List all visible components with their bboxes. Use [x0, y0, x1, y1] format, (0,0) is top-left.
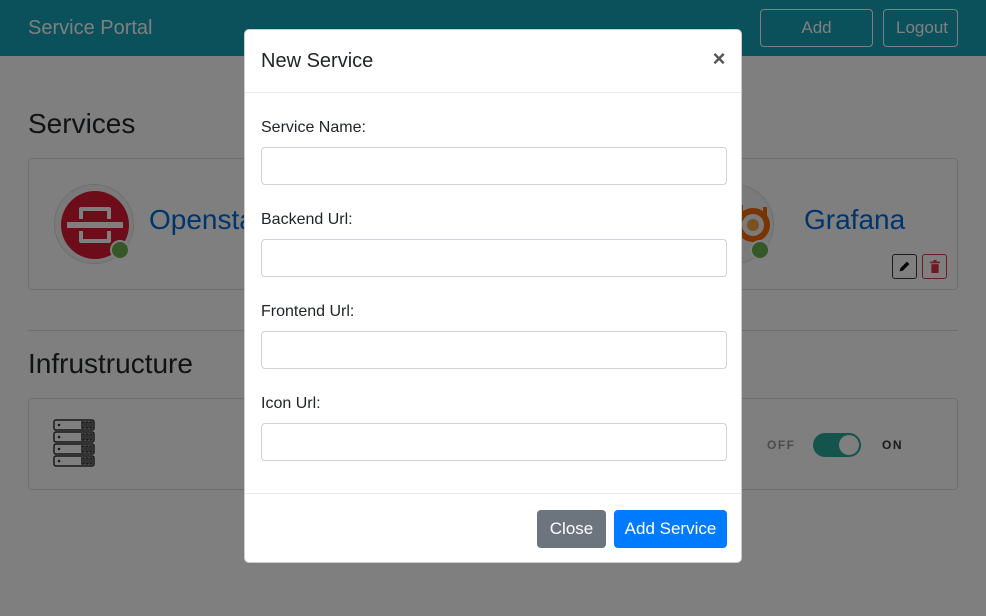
- icon-url-input[interactable]: [261, 423, 727, 461]
- new-service-modal: New Service × Service Name: Backend Url:…: [244, 29, 742, 563]
- backend-url-label: Backend Url:: [261, 211, 353, 228]
- icon-url-label: Icon Url:: [261, 395, 321, 412]
- modal-header: New Service ×: [245, 30, 741, 93]
- service-name-input[interactable]: [261, 147, 727, 185]
- modal-close-button[interactable]: Close: [537, 510, 606, 548]
- modal-title: New Service: [261, 50, 374, 72]
- modal-add-service-button[interactable]: Add Service: [614, 510, 727, 548]
- frontend-url-input[interactable]: [261, 331, 727, 369]
- backend-url-input[interactable]: [261, 239, 727, 277]
- modal-footer: Close Add Service: [245, 493, 741, 562]
- service-name-label: Service Name:: [261, 119, 366, 136]
- close-icon[interactable]: ×: [709, 46, 729, 72]
- frontend-url-label: Frontend Url:: [261, 303, 355, 320]
